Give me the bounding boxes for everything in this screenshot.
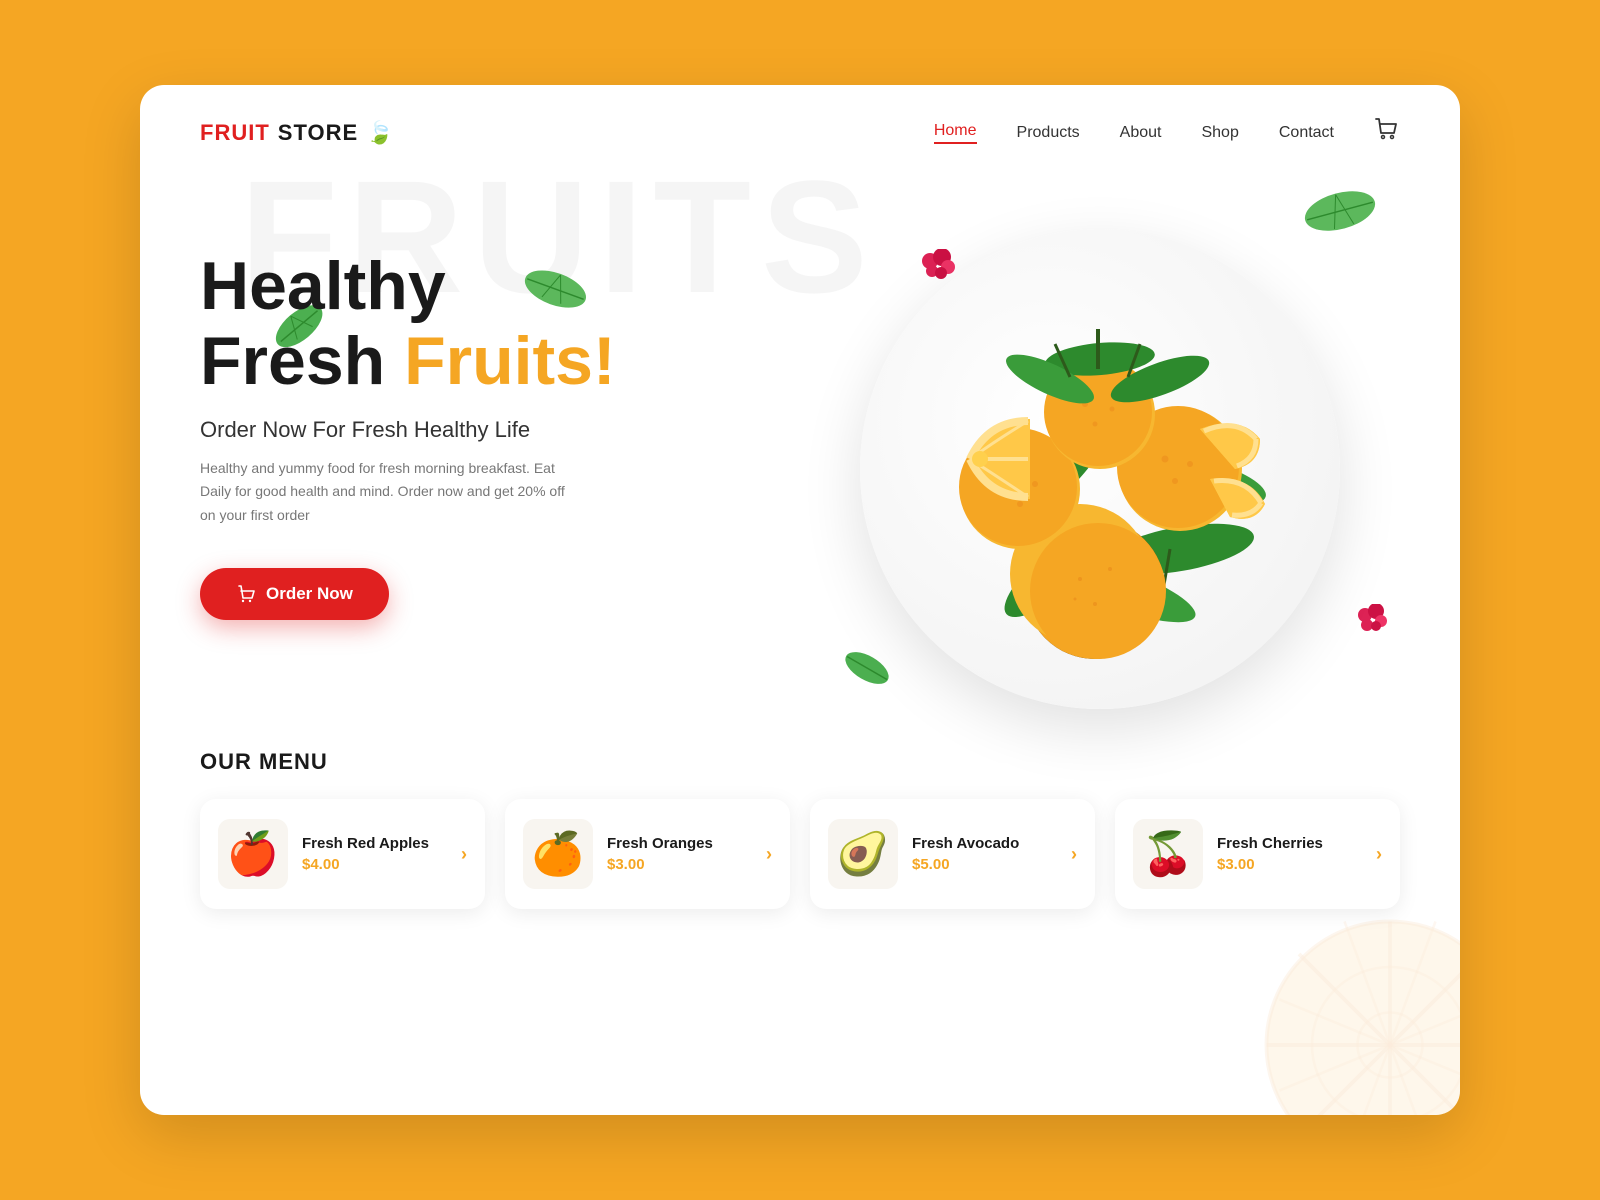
apple-name: Fresh Red Apples [302,835,447,852]
logo-fruit-text: FRUIT [200,120,270,146]
fruit-plate-container [840,209,1360,729]
hero-right [800,209,1400,729]
hero-section: Healthy Fresh Fruits! Order Now For Fres… [140,149,1460,729]
cherry-name: Fresh Cherries [1217,835,1362,852]
cart-icon[interactable] [1374,117,1400,149]
cherry-price: $3.00 [1217,856,1362,873]
nav-shop[interactable]: Shop [1201,124,1238,142]
menu-card-cherries[interactable]: 🍒 Fresh Cherries $3.00 › [1115,799,1400,909]
orange-price: $3.00 [607,856,752,873]
cherry-info: Fresh Cherries $3.00 [1217,835,1362,873]
header: FRUIT STORE 🍃 Home Products About Shop C… [140,85,1460,149]
hero-left: Healthy Fresh Fruits! Order Now For Fres… [200,209,800,620]
menu-card-avocado[interactable]: 🥑 Fresh Avocado $5.00 › [810,799,1095,909]
orange-arrow[interactable]: › [766,844,772,865]
menu-grid: 🍎 Fresh Red Apples $4.00 › 🍊 Fresh Orang… [200,799,1400,909]
main-card: FRUITS FRUIT STORE 🍃 Home Products About… [140,85,1460,1115]
logo[interactable]: FRUIT STORE 🍃 [200,120,394,146]
hero-subtitle: Order Now For Fresh Healthy Life [200,417,800,443]
cherry-arrow[interactable]: › [1376,844,1382,865]
hero-title: Healthy Fresh Fruits! [200,249,800,399]
raspberry-2 [1356,604,1390,639]
avocado-arrow[interactable]: › [1071,844,1077,865]
menu-section-title: OUR MENU [200,749,1400,775]
apple-icon: 🍎 [218,819,288,889]
apple-arrow[interactable]: › [461,844,467,865]
logo-leaf-icon: 🍃 [366,120,393,146]
avocado-name: Fresh Avocado [912,835,1057,852]
menu-section: OUR MENU 🍎 Fresh Red Apples $4.00 › 🍊 Fr… [140,729,1460,949]
avocado-price: $5.00 [912,856,1057,873]
logo-store-text: STORE [278,120,358,146]
orange-info: Fresh Oranges $3.00 [607,835,752,873]
apple-price: $4.00 [302,856,447,873]
orange-name: Fresh Oranges [607,835,752,852]
order-now-button[interactable]: Order Now [200,568,389,620]
fruit-plate [860,229,1340,709]
order-now-label: Order Now [266,584,353,604]
menu-card-apples[interactable]: 🍎 Fresh Red Apples $4.00 › [200,799,485,909]
hero-title-fruits: Fruits! [404,323,616,399]
hero-title-fresh: Fresh [200,323,385,399]
nav-products[interactable]: Products [1017,124,1080,142]
hero-title-line1: Healthy [200,248,446,324]
avocado-info: Fresh Avocado $5.00 [912,835,1057,873]
cherry-icon: 🍒 [1133,819,1203,889]
hero-description: Healthy and yummy food for fresh morning… [200,457,580,528]
apple-info: Fresh Red Apples $4.00 [302,835,447,873]
nav-contact[interactable]: Contact [1279,124,1334,142]
navigation: Home Products About Shop Contact [934,117,1400,149]
menu-card-oranges[interactable]: 🍊 Fresh Oranges $3.00 › [505,799,790,909]
bag-icon [236,584,256,604]
nav-home[interactable]: Home [934,122,977,144]
avocado-icon: 🥑 [828,819,898,889]
nav-about[interactable]: About [1120,124,1162,142]
plate-fruit-svg [880,249,1320,689]
orange-icon: 🍊 [523,819,593,889]
